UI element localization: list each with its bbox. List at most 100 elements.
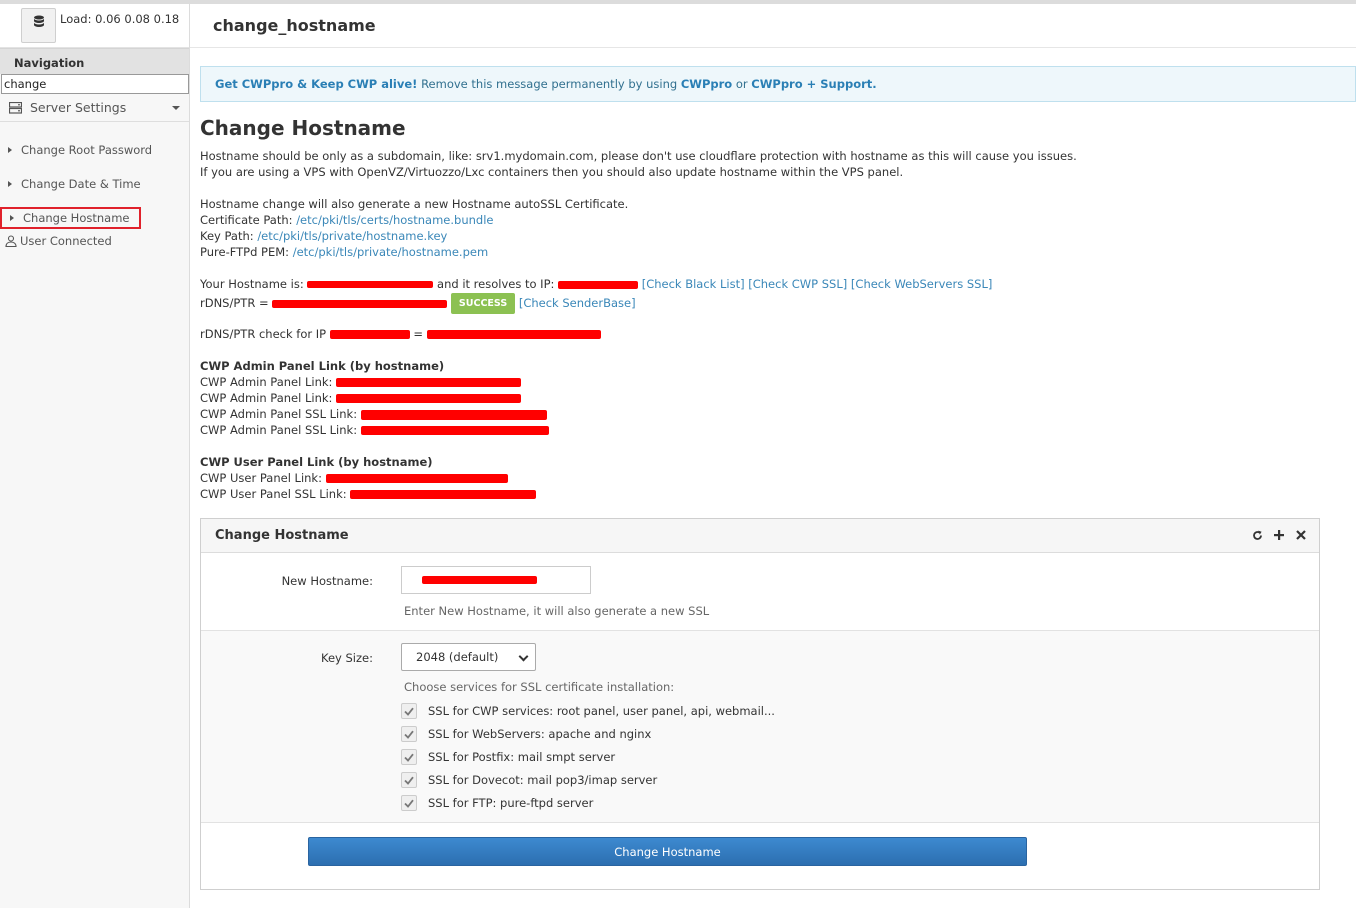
- sidebar-item-label: Change Date & Time: [21, 177, 141, 191]
- sidebar-item-label: Change Root Password: [21, 143, 153, 157]
- ssl-webservers-label: SSL for WebServers: apache and nginx: [428, 727, 652, 741]
- caret-right-icon: [10, 215, 14, 221]
- sidebar-item-change-date-time[interactable]: Change Date & Time: [0, 173, 189, 195]
- cert-path-link[interactable]: /etc/pki/tls/certs/hostname.bundle: [296, 213, 493, 227]
- redacted-admin-link[interactable]: [336, 394, 522, 403]
- check-black-list-link[interactable]: [Check Black List]: [642, 277, 745, 291]
- database-button[interactable]: [21, 8, 56, 43]
- refresh-icon[interactable]: [1251, 528, 1263, 542]
- submit-row: Change Hostname: [201, 823, 1319, 889]
- ssl-ftp-checkbox[interactable]: [401, 795, 417, 811]
- navigation-title: Navigation: [0, 48, 189, 74]
- admin-link-label: CWP Admin Panel Link:: [200, 375, 337, 389]
- change-hostname-button[interactable]: Change Hostname: [308, 837, 1027, 866]
- ssl-dovecot-checkbox[interactable]: [401, 772, 417, 788]
- new-hostname-help: Enter New Hostname, it will also generat…: [404, 604, 710, 618]
- admin-ssl-link-label: CWP Admin Panel SSL Link:: [200, 423, 361, 437]
- expand-icon[interactable]: [1273, 528, 1285, 542]
- user-links-block: CWP User Panel Link (by hostname) CWP Us…: [200, 454, 537, 502]
- ssl-ftp-option: SSL for FTP: pure-ftpd server: [401, 795, 593, 811]
- sidebar-item-change-hostname[interactable]: Change Hostname: [0, 207, 141, 229]
- server-settings-label: Server Settings: [30, 100, 127, 115]
- ssl-postfix-checkbox[interactable]: [401, 749, 417, 765]
- user-connected-label: User Connected: [20, 234, 112, 248]
- cert-intro: Hostname change will also generate a new…: [200, 197, 629, 211]
- intro-line-1: Hostname should be only as a subdomain, …: [200, 149, 1077, 163]
- check-webservers-ssl-link[interactable]: [Check WebServers SSL]: [851, 277, 992, 291]
- key-size-select[interactable]: 2048 (default): [401, 643, 536, 671]
- key-size-label: Key Size:: [321, 651, 373, 665]
- redacted-user-ssl-link[interactable]: [350, 490, 537, 499]
- redacted-ip-2: [329, 330, 410, 339]
- resolves-label: and it resolves to IP:: [433, 277, 559, 291]
- admin-link-label: CWP Admin Panel Link:: [200, 391, 337, 405]
- new-hostname-label: New Hostname:: [281, 574, 373, 588]
- database-icon: [33, 15, 44, 27]
- close-icon[interactable]: [1295, 528, 1307, 542]
- load-row: Load: 0.06 0.08 0.18: [0, 4, 189, 48]
- rdns-label: rDNS/PTR =: [200, 296, 273, 310]
- sidebar-item-change-root-password[interactable]: Change Root Password: [0, 139, 189, 161]
- user-links-title: CWP User Panel Link (by hostname): [200, 455, 433, 469]
- check-cwp-ssl-link[interactable]: [Check CWP SSL]: [748, 277, 847, 291]
- admin-links-title: CWP Admin Panel Link (by hostname): [200, 359, 445, 373]
- sidebar-item-user-connected[interactable]: User Connected: [5, 234, 112, 248]
- promo-link-cwppro[interactable]: CWPpro: [681, 77, 732, 91]
- ssl-cwp-services-checkbox[interactable]: [401, 703, 417, 719]
- ssl-postfix-label: SSL for Postfix: mail smpt server: [428, 750, 616, 764]
- admin-ssl-link-label: CWP Admin Panel SSL Link:: [200, 407, 361, 421]
- load-average: Load: 0.06 0.08 0.18: [60, 12, 180, 26]
- ssl-cwp-services-label: SSL for CWP services: root panel, user p…: [428, 704, 775, 718]
- promo-text: Remove this message permanently by using: [417, 77, 681, 91]
- promo-text-or: or: [732, 77, 752, 91]
- check-senderbase-link[interactable]: [Check SenderBase]: [519, 296, 636, 310]
- redacted-hostname-value: [422, 576, 537, 584]
- ssl-webservers-checkbox[interactable]: [401, 726, 417, 742]
- new-hostname-input[interactable]: [401, 566, 591, 594]
- caret-right-icon: [8, 147, 12, 153]
- change-hostname-panel: Change Hostname New Hostname: Enter New …: [200, 518, 1320, 890]
- services-label: Choose services for SSL certificate inst…: [404, 680, 675, 694]
- checkmark-icon: [404, 707, 414, 716]
- chevron-down-icon: [172, 106, 180, 110]
- redacted-admin-ssl-link[interactable]: [360, 409, 547, 420]
- ssl-dovecot-label: SSL for Dovecot: mail pop3/imap server: [428, 773, 658, 787]
- users-icon: [5, 235, 17, 247]
- caret-right-icon: [8, 181, 12, 187]
- promo-banner: Get CWPpro & Keep CWP alive! Remove this…: [200, 66, 1356, 102]
- equals-sign: =: [409, 327, 427, 341]
- main-content: change_hostname Get CWPpro & Keep CWP al…: [190, 4, 1356, 908]
- intro-line-2: If you are using a VPS with OpenVZ/Virtu…: [200, 165, 904, 179]
- redacted-admin-link[interactable]: [336, 378, 522, 387]
- user-ssl-link-label: CWP User Panel SSL Link:: [200, 487, 351, 501]
- section-heading: Change Hostname: [200, 116, 406, 140]
- key-path-link[interactable]: /etc/pki/tls/private/hostname.key: [257, 229, 447, 243]
- ssl-dovecot-option: SSL for Dovecot: mail pop3/imap server: [401, 772, 657, 788]
- pem-path-link[interactable]: /etc/pki/tls/private/hostname.pem: [293, 245, 488, 259]
- ssl-cwp-services-option: SSL for CWP services: root panel, user p…: [401, 703, 775, 719]
- checkmark-icon: [404, 799, 414, 808]
- redacted-hostname: [307, 281, 434, 288]
- new-hostname-row: New Hostname: Enter New Hostname, it wil…: [201, 553, 1319, 631]
- nav-search-input[interactable]: [1, 74, 189, 94]
- panel-header: Change Hostname: [201, 519, 1319, 553]
- sidebar: Load: 0.06 0.08 0.18 Navigation Server S…: [0, 4, 190, 908]
- checkmark-icon: [404, 776, 414, 785]
- redacted-user-link[interactable]: [325, 474, 508, 483]
- rdns-check-block: rDNS/PTR check for IP =: [200, 326, 601, 342]
- success-badge: SUCCESS: [450, 293, 516, 314]
- cert-path-label: Certificate Path:: [200, 213, 297, 227]
- promo-link-get-cwppro[interactable]: Get CWPpro & Keep CWP alive!: [215, 77, 417, 91]
- promo-link-cwppro-support[interactable]: CWPpro + Support.: [751, 77, 876, 91]
- user-link-label: CWP User Panel Link:: [200, 471, 326, 485]
- redacted-admin-ssl-link[interactable]: [360, 426, 549, 435]
- hostname-is-label: Your Hostname is:: [200, 277, 308, 291]
- redacted-ptr: [426, 330, 601, 339]
- sidebar-item-server-settings[interactable]: Server Settings: [0, 94, 189, 122]
- checkmark-icon: [404, 753, 414, 762]
- pem-label: Pure-FTPd PEM:: [200, 245, 293, 259]
- page-title: change_hostname: [190, 4, 1356, 48]
- ssl-webservers-option: SSL for WebServers: apache and nginx: [401, 726, 651, 742]
- hostname-status-block: Your Hostname is: and it resolves to IP:…: [200, 276, 992, 314]
- panel-tools: [1251, 528, 1307, 542]
